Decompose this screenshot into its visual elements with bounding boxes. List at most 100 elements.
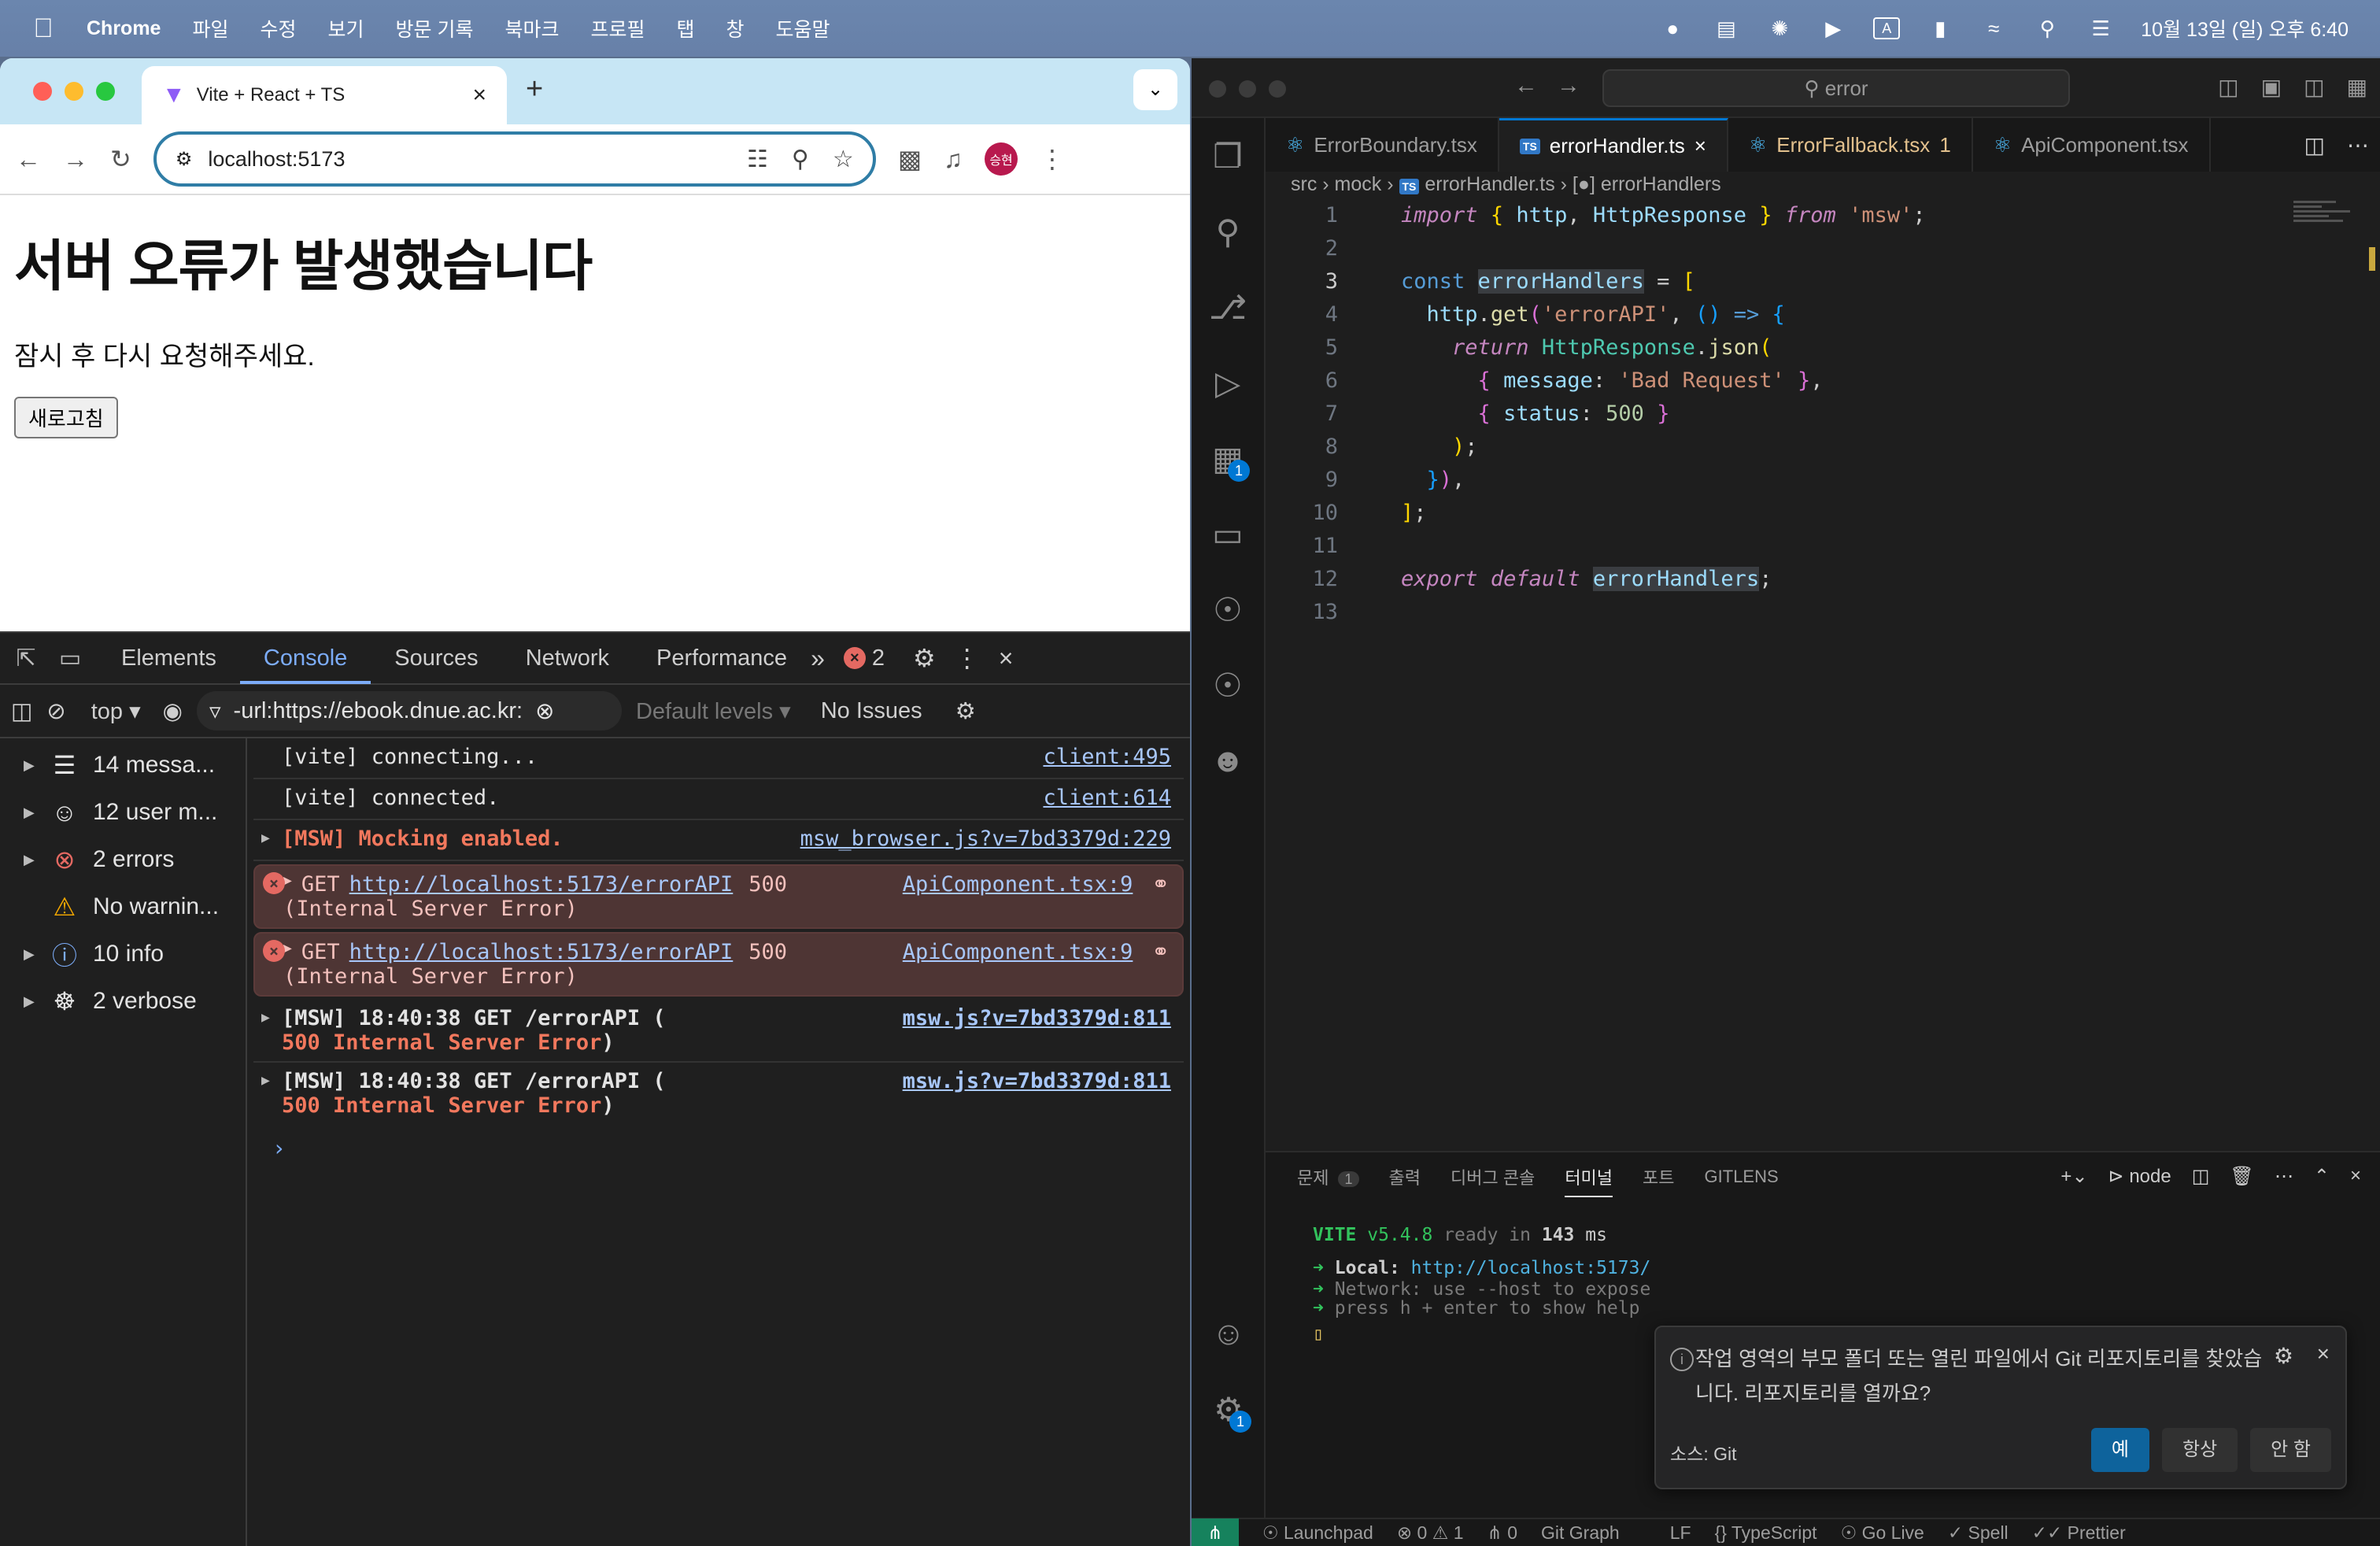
sidebar-item-verbose[interactable]: ▶ ☸ 2 verbose — [0, 978, 246, 1025]
log-levels-select[interactable]: Default levels ▾ — [636, 697, 791, 725]
tab-output[interactable]: 출력 — [1389, 1164, 1421, 1189]
minimize-window-button[interactable] — [1239, 80, 1256, 98]
menu-app-name[interactable]: Chrome — [87, 17, 161, 40]
clear-filter-icon[interactable]: ⊗ — [535, 697, 554, 725]
address-bar[interactable]: ⚙ localhost:5173 ☷ ⚲ ☆ — [153, 131, 876, 187]
never-button[interactable]: 안 함 — [2250, 1428, 2331, 1472]
filter-input[interactable]: ▿ -url:https://ebook.dnue.ac.kr: ⊗ — [196, 691, 622, 730]
tab-console[interactable]: Console — [239, 632, 371, 684]
prettier-item[interactable]: ✓✓ Prettier — [2032, 1522, 2126, 1544]
issues-button[interactable]: No Issues — [821, 698, 922, 724]
customize-layout-icon[interactable]: ▦ — [2347, 74, 2367, 100]
close-notification-icon[interactable]: × — [2317, 1341, 2330, 1367]
network-request-icon[interactable]: ⚭ — [1151, 872, 1170, 897]
extensions-icon[interactable]: ▩ — [898, 144, 922, 174]
record-icon[interactable]: ● — [1659, 17, 1686, 40]
problems-status[interactable]: ⊗ 0 ⚠ 1 — [1397, 1522, 1464, 1544]
device-toolbar-icon[interactable]: ▭ — [54, 645, 87, 672]
sidebar-item-user-messages[interactable]: ▶ ☺ 12 user m... — [0, 789, 246, 836]
sidebar-item-info[interactable]: ▶ ⓘ 10 info — [0, 930, 246, 978]
tab-ports[interactable]: 포트 — [1643, 1164, 1674, 1189]
expand-icon[interactable]: ▶ — [261, 1009, 270, 1026]
tab-apicomponent[interactable]: ⚛ ApiComponent.tsx — [1973, 118, 2211, 172]
breadcrumb-item[interactable]: errorHandler.ts — [1425, 173, 1554, 195]
minimize-window-button[interactable] — [65, 82, 83, 101]
chatgpt-icon[interactable]: ✺ — [1766, 17, 1793, 40]
url-text[interactable]: localhost:5173 — [208, 147, 345, 172]
close-devtools-icon[interactable]: × — [999, 644, 1014, 673]
menu-item-help[interactable]: 도움말 — [776, 14, 830, 43]
launchpad-item[interactable]: ☉ Launchpad — [1262, 1522, 1373, 1544]
filter-value[interactable]: -url:https://ebook.dnue.ac.kr: — [234, 698, 523, 724]
source-control-icon[interactable]: ⎇ — [1192, 269, 1264, 345]
settings-icon[interactable]: ⚙ — [913, 643, 936, 673]
yes-button[interactable]: 예 — [2090, 1428, 2149, 1472]
breadcrumb-item[interactable]: mock — [1335, 173, 1382, 195]
tab-network[interactable]: Network — [502, 632, 633, 684]
bookmark-star-icon[interactable]: ☆ — [833, 146, 854, 173]
run-debug-icon[interactable]: ▷ — [1192, 345, 1264, 420]
tab-errorfallback[interactable]: ⚛ ErrorFallback.tsx 1 — [1728, 118, 1973, 172]
tab-performance[interactable]: Performance — [633, 632, 811, 684]
menu-item-bookmarks[interactable]: 북마크 — [504, 14, 559, 43]
site-info-icon[interactable]: ⚙ — [176, 148, 193, 171]
apple-icon[interactable]:  — [0, 13, 87, 44]
expand-icon[interactable]: ▶ — [261, 1072, 270, 1089]
menu-item-history[interactable]: 방문 기록 — [396, 14, 474, 43]
live-expression-icon[interactable]: ◉ — [163, 697, 183, 725]
accounts-icon[interactable]: ☺ — [1192, 1296, 1266, 1371]
log-row[interactable]: ▶ [MSW] 18:40:38 GET /errorAPI ( msw.js?… — [253, 1000, 1184, 1063]
tab-debug-console[interactable]: 디버그 콘솔 — [1451, 1164, 1535, 1189]
split-editor-icon[interactable]: ◫ — [2293, 118, 2336, 172]
terminal-output[interactable]: VITE v5.4.8 ready in 143 ms ➜ Local: htt… — [1266, 1201, 2380, 1346]
more-tabs-icon[interactable]: » — [811, 644, 825, 673]
browser-tab[interactable]: ▼ Vite + React + TS × — [142, 66, 507, 124]
manage-gear-icon[interactable]: ⚙ 1 — [1192, 1371, 1266, 1447]
go-live-item[interactable]: ☉ Go Live — [1841, 1522, 1924, 1544]
tab-errorboundary[interactable]: ⚛ ErrorBoundary.tsx — [1266, 118, 1499, 172]
remote-explorer-icon[interactable]: ▭ — [1192, 496, 1264, 571]
notification-settings-icon[interactable]: ⚙ — [2274, 1343, 2293, 1369]
play-icon[interactable]: ▶ — [1820, 17, 1846, 40]
log-source-link[interactable]: msw.js?v=7bd3379d:811 — [903, 1006, 1171, 1030]
more-options-icon[interactable]: ⋮ — [955, 643, 980, 673]
error-badge-icon[interactable]: × — [843, 647, 866, 669]
error-count[interactable]: 2 — [872, 645, 885, 671]
log-row[interactable]: ▶ [MSW] Mocking enabled. msw_browser.js?… — [253, 820, 1184, 861]
clear-console-icon[interactable]: ⊘ — [46, 697, 65, 725]
spell-item[interactable]: ✓ Spell — [1948, 1522, 2009, 1544]
expand-icon[interactable]: ▶ — [24, 993, 36, 1010]
menu-item-edit[interactable]: 수정 — [260, 14, 296, 43]
explorer-icon[interactable]: ❐ — [1192, 118, 1264, 194]
nav-arrows[interactable]: ←→ — [1514, 72, 1599, 99]
console-prompt[interactable]: › — [253, 1124, 1184, 1172]
wifi-icon[interactable]: ≈ — [1980, 17, 2007, 40]
command-center-search[interactable]: ⚲ error — [1602, 69, 2070, 107]
zoom-icon[interactable]: ⚲ — [792, 146, 809, 173]
trash-icon[interactable]: 🗑 — [2230, 1165, 2253, 1188]
forward-icon[interactable]: → — [63, 145, 88, 174]
expand-icon[interactable]: ▶ — [24, 804, 36, 821]
local-url-link[interactable]: http://localhost:5173/ — [1411, 1258, 1651, 1278]
zoom-window-button[interactable] — [1269, 80, 1286, 98]
reload-icon[interactable]: ↻ — [110, 144, 131, 174]
console-settings-icon[interactable]: ⚙ — [955, 697, 976, 725]
context-select[interactable]: top ▾ — [91, 697, 141, 725]
display-icon[interactable]: ▤ — [1713, 17, 1739, 40]
translate-icon[interactable]: ☷ — [747, 146, 768, 173]
back-icon[interactable]: ← — [16, 145, 41, 174]
breadcrumb-item[interactable]: errorHandlers — [1601, 173, 1721, 195]
more-actions-icon[interactable]: ⋯ — [2336, 118, 2380, 172]
log-source-link[interactable]: msw_browser.js?v=7bd3379d:229 — [800, 827, 1171, 851]
new-tab-button[interactable]: + — [526, 72, 543, 106]
close-window-button[interactable] — [1209, 80, 1226, 98]
log-source-link[interactable]: client:495 — [1043, 745, 1171, 769]
close-tab-icon[interactable]: × — [472, 82, 486, 109]
tab-terminal[interactable]: 터미널 — [1565, 1164, 1613, 1197]
close-tab-icon[interactable]: × — [1694, 134, 1706, 158]
sidebar-item-errors[interactable]: ▶ ⊗ 2 errors — [0, 836, 246, 883]
log-row[interactable]: ▶ [MSW] 18:40:38 GET /errorAPI ( msw.js?… — [253, 1063, 1184, 1124]
more-actions-icon[interactable]: ⋯ — [2275, 1165, 2293, 1188]
media-controls-icon[interactable]: ♫ — [944, 145, 963, 174]
battery-icon[interactable]: ▮ — [1927, 17, 1953, 40]
